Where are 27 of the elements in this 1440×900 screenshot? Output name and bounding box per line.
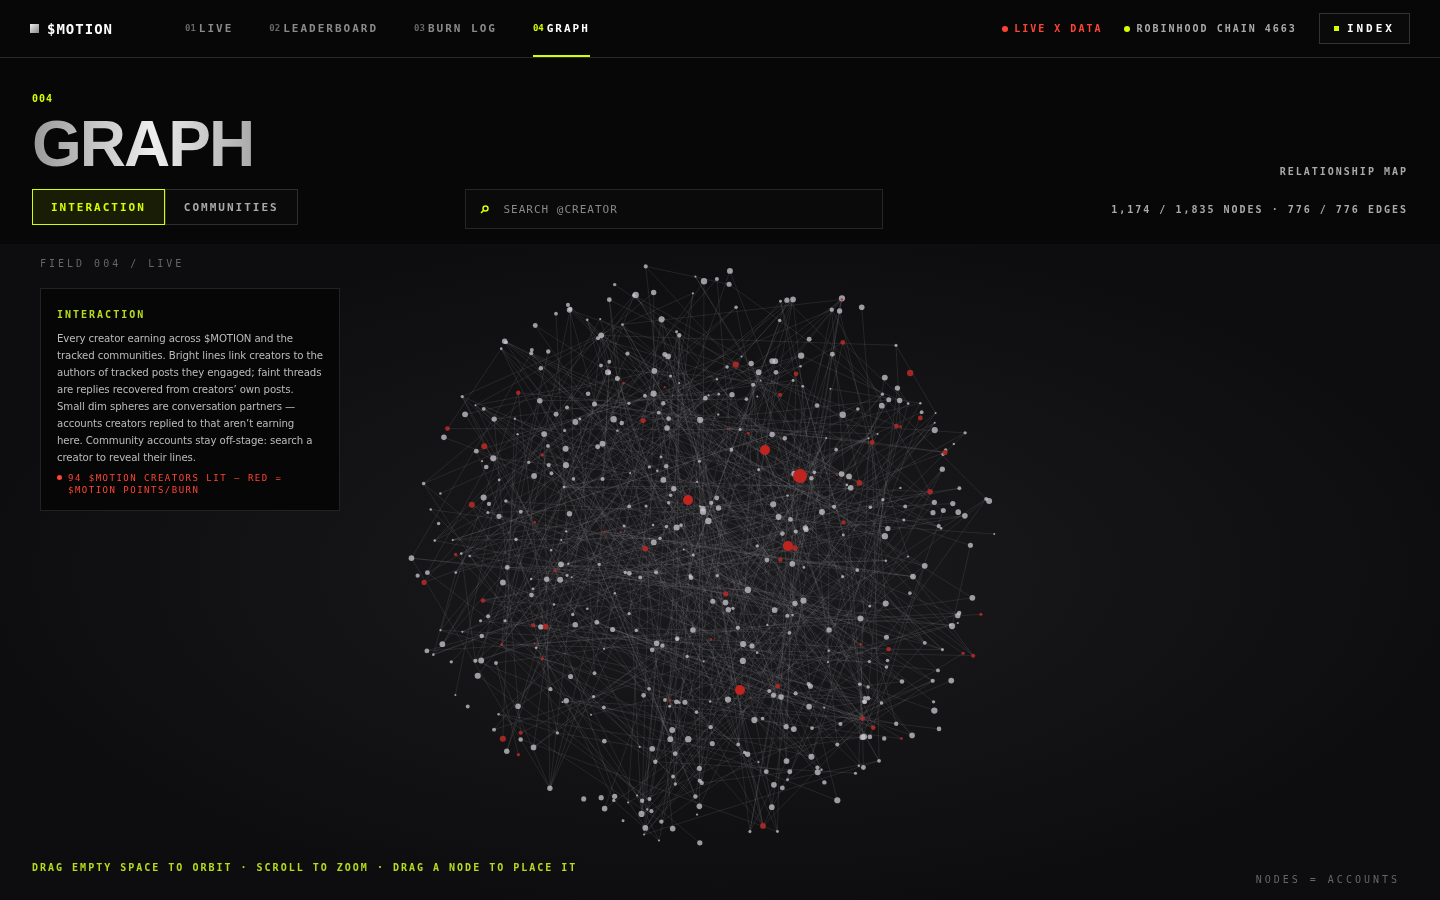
legend-label: NODES = ACCOUNTS (1255, 874, 1400, 885)
card-description: Every creator earning across $MOTION and the tracked communities. Bright lines link creators to the authors of tracked posts they engaged; faint threads are replies recovered from creators’ own posts. Small dim spheres are conversation partners — accounts creators replied to that aren’t earning here. Community accounts stay off-stage: search a creator to reveal their lines. (57, 332, 323, 465)
hub-node[interactable] (760, 445, 770, 455)
field-label: FIELD 004 / LIVE (40, 258, 185, 269)
nav-tab[interactable]: 03 BURN LOG (414, 0, 497, 57)
index-button[interactable]: INDEX (1318, 13, 1410, 44)
mode-tab[interactable]: COMMUNITIES (164, 189, 298, 225)
map-subtitle: RELATIONSHIP MAP (1279, 166, 1408, 177)
hub-node[interactable] (683, 495, 693, 505)
nav-tab[interactable]: 04 GRAPH (532, 0, 590, 57)
hub-node[interactable] (783, 541, 793, 551)
status-label: ROBINHOOD CHAIN 4663 (1136, 23, 1297, 34)
search-field[interactable]: SEARCH @CREATOR (465, 189, 884, 229)
status-label: LIVE X DATA (1014, 23, 1103, 34)
brand-name: $MOTION (47, 20, 113, 37)
logo-icon (30, 24, 39, 33)
legend-note: 94 $MOTION CREATORS LIT — RED = $MOTION POINTS/BURN (68, 472, 284, 496)
controls-hint: DRAG EMPTY SPACE TO ORBIT · SCROLL TO ZOOM · DRAG A NODE TO PLACE IT (32, 862, 578, 873)
bullet-icon (57, 475, 62, 480)
section-number: 004 (32, 93, 55, 104)
hub-node[interactable] (735, 685, 745, 695)
hub-node[interactable] (793, 469, 807, 483)
graph-stats: 1,174 / 1,835 NODES · 776 / 776 EDGES (1111, 204, 1408, 215)
card-title: INTERACTION (57, 309, 147, 320)
nav-tab[interactable]: 02 LEADERBOARD (269, 0, 379, 57)
mode-tab[interactable]: INTERACTION (32, 189, 165, 225)
nav-tab[interactable]: 01 LIVE (185, 0, 234, 57)
